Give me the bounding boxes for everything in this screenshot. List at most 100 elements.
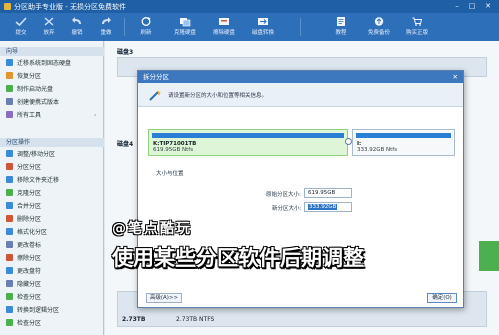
toolbar-separator — [124, 18, 125, 36]
dialog-banner: 请设置新分区的大小和位置等相关信息。 — [138, 83, 463, 107]
boot-cd-icon — [6, 85, 13, 92]
sidebar-item-clone[interactable]: 克隆分区 — [6, 188, 41, 199]
sidebar-item-label: 制作启动光盘 — [17, 86, 54, 93]
buy-button[interactable]: 购买正版 — [398, 15, 436, 39]
backup-icon — [374, 17, 384, 26]
tutorial-icon — [337, 17, 345, 26]
sidebar-item-delete[interactable]: 删除分区 — [6, 214, 41, 225]
buy-icon — [412, 17, 423, 26]
sidebar-item-migrate-os[interactable]: 迁移系统到固态硬盘 — [6, 58, 71, 69]
clone-disk-icon — [180, 18, 191, 27]
ops-section-header: 分区操作 — [0, 138, 104, 147]
tutorial-label: 教程 — [335, 30, 347, 36]
check-icon — [15, 17, 27, 27]
portable-icon — [6, 98, 13, 105]
toolbar-separator — [300, 18, 301, 36]
partition-green-block[interactable] — [479, 241, 499, 271]
clone-disk-button[interactable]: 克隆硬盘 — [166, 15, 204, 39]
disk-capacity: 2.73TB — [122, 316, 146, 323]
sidebar-item-hide[interactable]: 隐藏分区 — [6, 279, 41, 290]
orig-size-value: 619.95GB — [308, 190, 336, 196]
sidebar-item-label: 合并分区 — [17, 203, 42, 210]
dialog-title: 拆分分区 — [143, 73, 169, 81]
orig-size-field: 619.95GB — [304, 188, 352, 198]
free-backup-label: 免费备份 — [367, 30, 390, 36]
undo-label: 撤销 — [71, 30, 83, 36]
resize-icon — [6, 150, 13, 157]
sidebar-item-format[interactable]: 格式化分区 — [6, 227, 47, 238]
discard-label: 放弃 — [43, 30, 55, 36]
sidebar-item-drive-letter[interactable]: 更改盘符 — [6, 266, 41, 277]
sidebar-item-label: 格式化分区 — [17, 229, 48, 236]
sidebar-item-label: 擦除分区 — [17, 255, 42, 262]
new-size-label: 新分区大小: — [272, 206, 302, 212]
disk3-label: 磁盘3 — [117, 49, 134, 56]
wipe-disk-label: 擦除硬盘 — [212, 30, 235, 36]
label-icon — [6, 241, 13, 248]
sidebar-item-allocate[interactable]: 移除文件夹迁移 — [6, 175, 59, 186]
sidebar-item-label: 分区分区 — [17, 164, 42, 171]
orig-size-label: 原始分区大小: — [266, 192, 301, 198]
redo-button[interactable]: 重做 — [87, 15, 125, 39]
sidebar-item-to-logical[interactable]: 转换到逻辑分区 — [6, 305, 59, 316]
dialog-title-bar: 拆分分区 ✕ — [138, 71, 463, 83]
clone-icon — [6, 189, 13, 196]
sidebar-item-recover-partition[interactable]: 恢复分区 — [6, 71, 41, 82]
source-partition-bar — [152, 133, 344, 138]
new-partition-block[interactable]: I: 333.92GB Ntfs — [352, 129, 455, 156]
dialog-close-button[interactable]: ✕ — [453, 71, 458, 83]
sidebar-item-portable[interactable]: 创建便携式版本 — [6, 97, 59, 108]
sidebar-item-check[interactable]: 检查分区 — [6, 292, 41, 303]
sidebar-item-split[interactable]: 分区分区 — [6, 162, 41, 173]
disk4-label: 磁盘4 — [117, 141, 134, 148]
split-partition-dialog: 拆分分区 ✕ 请设置新分区的大小和位置等相关信息。 K:TIP71001TB 6… — [137, 70, 464, 308]
sidebar-item-label: 更改盘符 — [17, 268, 42, 275]
allocate-icon — [6, 176, 13, 183]
close-button[interactable]: ✕ — [482, 2, 494, 10]
free-backup-button[interactable]: 免费备份 — [360, 15, 398, 39]
sidebar-item-check-2[interactable]: 检查分区 — [6, 318, 41, 329]
sidebar-item-label: 更改卷标 — [17, 242, 42, 249]
maximize-button[interactable]: □ — [466, 2, 478, 10]
tools-icon — [6, 111, 13, 118]
sidebar-item-label: 移除文件夹迁移 — [17, 177, 60, 184]
toolbar: 提交 放弃 撤销 重做 刷新 克隆硬盘 擦除硬盘 磁盘转换 教程 免费备份 购买… — [0, 13, 499, 41]
split-handle[interactable] — [345, 138, 352, 145]
dialog-instruction: 请设置新分区的大小和位置等相关信息。 — [168, 93, 268, 99]
advanced-button[interactable]: 高级(A)>> — [146, 293, 182, 303]
sidebar-item-all-tools[interactable]: 所有工具 › — [6, 110, 96, 121]
ok-button[interactable]: 确定(O) — [427, 293, 457, 303]
new-size-input[interactable]: 333.92GB — [304, 202, 352, 212]
sidebar-item-change-label[interactable]: 更改卷标 — [6, 240, 41, 251]
check-partition-icon — [6, 293, 13, 300]
hide-icon — [6, 280, 13, 287]
new-partition-size: 333.92GB Ntfs — [357, 147, 398, 153]
sidebar-item-resize[interactable]: 调整/移动分区 — [6, 149, 55, 160]
sidebar-item-make-boot-cd[interactable]: 制作启动光盘 — [6, 84, 53, 95]
sidebar-item-label: 检查分区 — [17, 320, 42, 327]
clone-disk-label: 克隆硬盘 — [173, 30, 196, 36]
sidebar-item-label: 迁移系统到固态硬盘 — [17, 60, 72, 67]
format-icon — [6, 228, 13, 235]
sidebar-item-merge[interactable]: 合并分区 — [6, 201, 41, 212]
refresh-icon — [141, 17, 151, 26]
chevron-right-icon: › — [94, 112, 97, 119]
convert-disk-label: 磁盘转换 — [251, 30, 274, 36]
sidebar-item-label: 调整/移动分区 — [17, 151, 56, 158]
tutorial-button[interactable]: 教程 — [322, 15, 360, 39]
buy-label: 购买正版 — [405, 30, 428, 36]
wipe-icon — [6, 254, 13, 261]
app-logo-icon — [4, 3, 11, 10]
back-icon — [72, 17, 81, 24]
wipe-disk-button[interactable]: 擦除硬盘 — [205, 15, 243, 39]
drive-letter-icon — [6, 267, 13, 274]
check-partition-icon — [6, 319, 13, 326]
refresh-button[interactable]: 刷新 — [127, 15, 165, 39]
minimize-button[interactable]: – — [451, 2, 463, 10]
wipe-disk-icon — [219, 18, 229, 25]
source-partition-block[interactable]: K:TIP71001TB 619.95GB Ntfs — [148, 129, 348, 156]
sidebar-item-wipe[interactable]: 擦除分区 — [6, 253, 41, 264]
convert-disk-button[interactable]: 磁盘转换 — [244, 15, 282, 39]
undo-icon — [44, 17, 54, 26]
sidebar-item-label: 删除分区 — [17, 216, 42, 223]
